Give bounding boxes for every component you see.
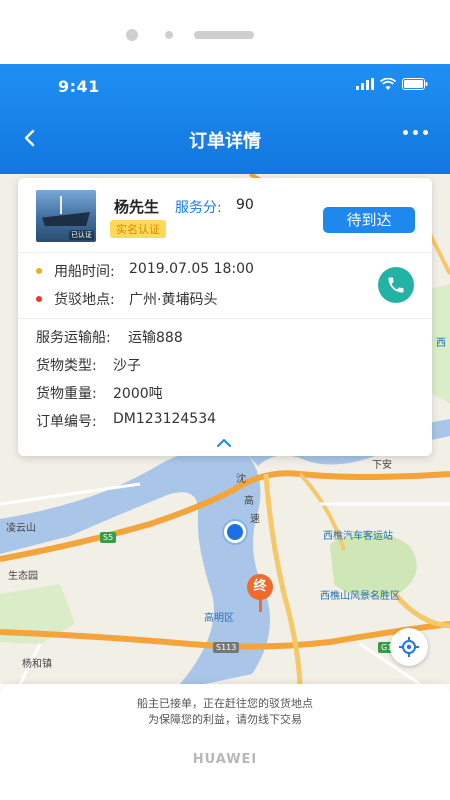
map-label-liangyun: 凌云山	[6, 523, 36, 534]
destination-marker[interactable]: 终	[247, 574, 273, 612]
use-time-value: 2019.07.05 18:00	[129, 261, 254, 277]
detail-order-no-value: DM123124534	[113, 411, 217, 427]
app-header: 9:41 订单详情	[0, 64, 450, 174]
collapse-chevron-icon[interactable]	[216, 438, 232, 448]
time-dot	[36, 268, 42, 274]
owner-name: 杨先生	[114, 198, 160, 216]
detail-cargo-type-value: 沙子	[113, 358, 141, 374]
divider	[18, 252, 432, 253]
page-title: 订单详情	[189, 131, 261, 152]
divider	[18, 318, 432, 319]
order-card: 已认证 杨先生 服务分: 90 实名认证 待到达 用船时间: 2019.07.0…	[18, 178, 432, 456]
detail-weight-value: 2000吨	[113, 386, 163, 402]
location-dot	[36, 296, 42, 302]
status-button[interactable]: 待到达	[323, 207, 415, 233]
destination-marker-label: 终	[247, 574, 273, 600]
map-label-hai: 高	[244, 496, 254, 507]
map-label-xiqiao-scenic: 西樵山风景名胜区	[320, 591, 400, 602]
camera-dot	[126, 29, 138, 41]
notice-line-2: 为保障您的利益，请勿线下交易	[148, 713, 302, 726]
map-label-su: 速	[250, 514, 260, 525]
avatar-verified-badge: 已认证	[69, 230, 94, 240]
more-menu-icon[interactable]	[403, 130, 428, 135]
use-time-label: 用船时间:	[54, 264, 115, 280]
road-badge-s113: S113	[213, 642, 240, 653]
device-brand: HUAWEI	[192, 752, 258, 767]
map-label-gaoming: 高明区	[204, 613, 234, 624]
map-label-yanghe: 杨和镇	[22, 659, 52, 670]
map-label-xiqiao-station: 西樵汽车客运站	[323, 531, 393, 542]
map-label-shen: 沈	[236, 474, 246, 485]
bottom-notice-panel: 船主已接单，正在赶往您的驳货地点 为保障您的利益，请勿线下交易 HUAWEI	[0, 684, 450, 800]
device-bezel	[0, 0, 450, 64]
detail-ship-value: 运输888	[128, 330, 183, 346]
current-location-marker	[224, 521, 246, 543]
ship-avatar: 已认证	[36, 190, 96, 242]
status-time: 9:41	[58, 77, 100, 96]
detail-weight-label: 货物重量:	[36, 386, 97, 402]
notice-line-1: 船主已接单，正在赶往您的驳货地点	[137, 697, 313, 710]
map-label-xiaxi: 下安	[372, 460, 392, 471]
call-button[interactable]	[378, 267, 414, 303]
status-icons	[356, 78, 428, 90]
locate-button[interactable]	[390, 628, 428, 666]
signal-icon	[356, 78, 374, 90]
location-value: 广州·黄埔码头	[129, 292, 218, 308]
detail-order-no-label: 订单编号:	[36, 414, 97, 430]
battery-icon	[402, 78, 428, 90]
service-score-label: 服务分:	[175, 200, 222, 216]
speaker-grille	[194, 31, 254, 39]
road-badge-s5: S5	[100, 532, 117, 543]
detail-cargo-type-label: 货物类型:	[36, 358, 97, 374]
crosshair-icon	[399, 637, 419, 657]
wifi-icon	[380, 78, 396, 90]
sensor-dot	[165, 31, 173, 39]
notice-text: 船主已接单，正在赶往您的驳货地点 为保障您的利益，请勿线下交易	[0, 696, 450, 728]
verified-tag: 实名认证	[110, 220, 166, 238]
service-score-value: 90	[236, 197, 254, 213]
detail-ship-label: 服务运输船:	[36, 330, 111, 346]
map-label-xi: 西	[436, 338, 446, 349]
map-label-shengtaiyuan: 生态园	[8, 571, 38, 582]
location-label: 货驳地点:	[54, 292, 115, 308]
phone-icon	[388, 277, 404, 293]
